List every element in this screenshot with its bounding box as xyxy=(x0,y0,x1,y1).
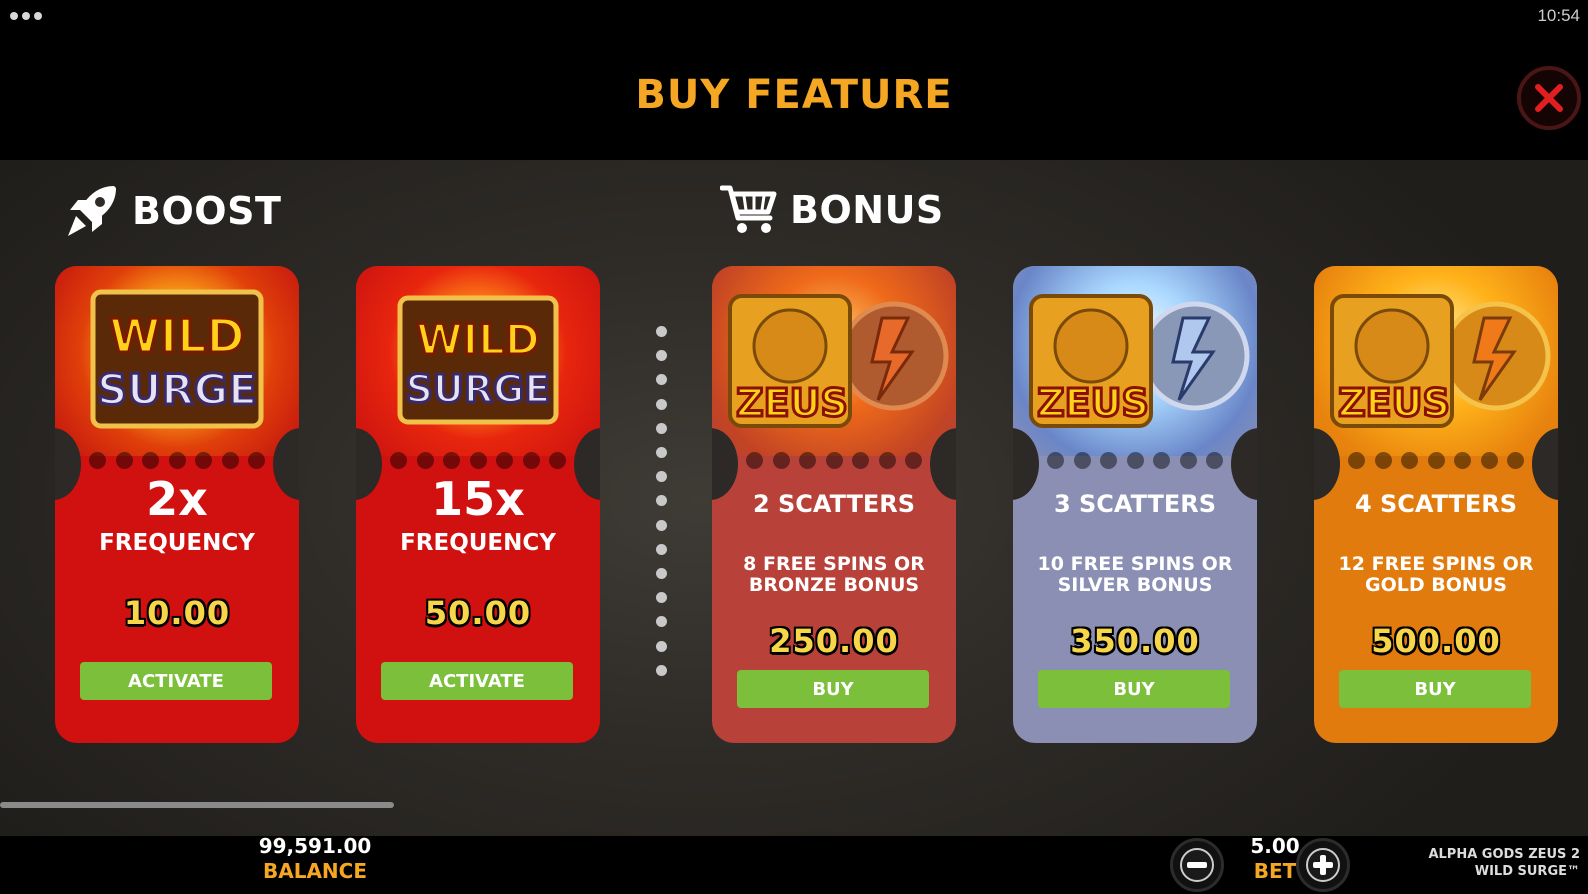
increase-bet-button[interactable] xyxy=(1296,838,1350,892)
horizontal-scrollbar[interactable] xyxy=(0,802,394,808)
boost-card-15x[interactable]: WILD SURGE 15x FREQUENCY 50.00 ACTIVATE xyxy=(356,266,600,743)
close-button[interactable] xyxy=(1517,66,1581,130)
zeus-text: ZEUS xyxy=(1037,381,1149,425)
bonus-card-silver[interactable]: ZEUS 3 SCATTERS 10 FREE SPINS OR SILVER … xyxy=(1013,266,1257,743)
minus-icon xyxy=(1180,848,1214,882)
wild-surge-art: WILD SURGE xyxy=(55,266,299,456)
wild-text: WILD xyxy=(109,309,244,363)
wild-surge-art: WILD SURGE xyxy=(356,266,600,456)
ticket-perforation xyxy=(1348,452,1524,469)
buy-button[interactable]: BUY xyxy=(1339,670,1531,708)
rocket-icon xyxy=(68,186,116,236)
buy-button[interactable]: BUY xyxy=(737,670,929,708)
boost-label: BOOST xyxy=(132,189,282,233)
surge-text: SURGE xyxy=(406,367,551,411)
bonus-heading: BONUS xyxy=(720,182,944,238)
scatters-title: 2 SCATTERS xyxy=(752,490,916,518)
surge-text: SURGE xyxy=(97,365,257,414)
price: 50.00 xyxy=(424,594,532,632)
bonus-card-bronze[interactable]: ZEUS 2 SCATTERS 8 FREE SPINS OR BRONZE B… xyxy=(712,266,956,743)
zeus-art: ZEUS xyxy=(712,266,956,456)
multiplier: 15x xyxy=(431,472,525,526)
zeus-text: ZEUS xyxy=(1338,381,1450,425)
ticket-perforation xyxy=(746,452,922,469)
price: 250.00 xyxy=(769,622,899,660)
boost-heading: BOOST xyxy=(62,182,281,240)
close-icon xyxy=(1535,84,1563,112)
activate-button[interactable]: ACTIVATE xyxy=(381,662,573,700)
multiplier-subtitle: FREQUENCY xyxy=(400,530,556,556)
multiplier-subtitle: FREQUENCY xyxy=(99,530,255,556)
decrease-bet-button[interactable] xyxy=(1170,838,1224,892)
price: 500.00 xyxy=(1371,622,1501,660)
clock: 10:54 xyxy=(1537,6,1580,25)
cart-icon xyxy=(720,185,777,233)
balance-value: 99,591.00 xyxy=(258,834,372,858)
bonus-card-gold[interactable]: ZEUS 4 SCATTERS 12 FREE SPINS OR GOLD BO… xyxy=(1314,266,1558,743)
multiplier: 2x xyxy=(146,472,208,526)
menu-icon[interactable] xyxy=(10,10,46,22)
buy-button[interactable]: BUY xyxy=(1038,670,1230,708)
bonus-description: 8 FREE SPINS OR BRONZE BONUS xyxy=(743,553,925,596)
bonus-label: BONUS xyxy=(790,188,944,232)
ticket-perforation xyxy=(1047,452,1223,469)
page-title: BUY FEATURE xyxy=(635,72,953,118)
price: 350.00 xyxy=(1070,622,1200,660)
activate-button[interactable]: ACTIVATE xyxy=(80,662,272,700)
zeus-art: ZEUS xyxy=(1314,266,1558,456)
wild-text: WILD xyxy=(416,315,540,364)
bonus-description: 12 FREE SPINS OR GOLD BONUS xyxy=(1338,553,1534,596)
price: 10.00 xyxy=(123,594,231,632)
game-name-line-2: WILD SURGE™ xyxy=(1474,864,1580,879)
bonus-description: 10 FREE SPINS OR SILVER BONUS xyxy=(1037,553,1233,596)
plus-icon xyxy=(1306,848,1340,882)
feature-panel: BOOST BONUS WILD SURGE 2x FREQUENCY 10.0… xyxy=(0,160,1588,836)
zeus-art: ZEUS xyxy=(1013,266,1257,456)
ticket-perforation xyxy=(89,452,265,469)
boost-card-2x[interactable]: WILD SURGE 2x FREQUENCY 10.00 ACTIVATE xyxy=(55,266,299,743)
top-bar: 10:54 BUY FEATURE xyxy=(0,0,1588,160)
scatters-title: 3 SCATTERS xyxy=(1053,490,1217,518)
zeus-text: ZEUS xyxy=(736,381,848,425)
game-name: ALPHA GODS ZEUS 2 WILD SURGE™ xyxy=(1410,846,1580,880)
section-divider xyxy=(656,326,668,676)
scatters-title: 4 SCATTERS xyxy=(1354,490,1518,518)
balance-label: BALANCE xyxy=(262,859,368,883)
game-name-line-1: ALPHA GODS ZEUS 2 xyxy=(1428,847,1580,862)
ticket-perforation xyxy=(390,452,566,469)
